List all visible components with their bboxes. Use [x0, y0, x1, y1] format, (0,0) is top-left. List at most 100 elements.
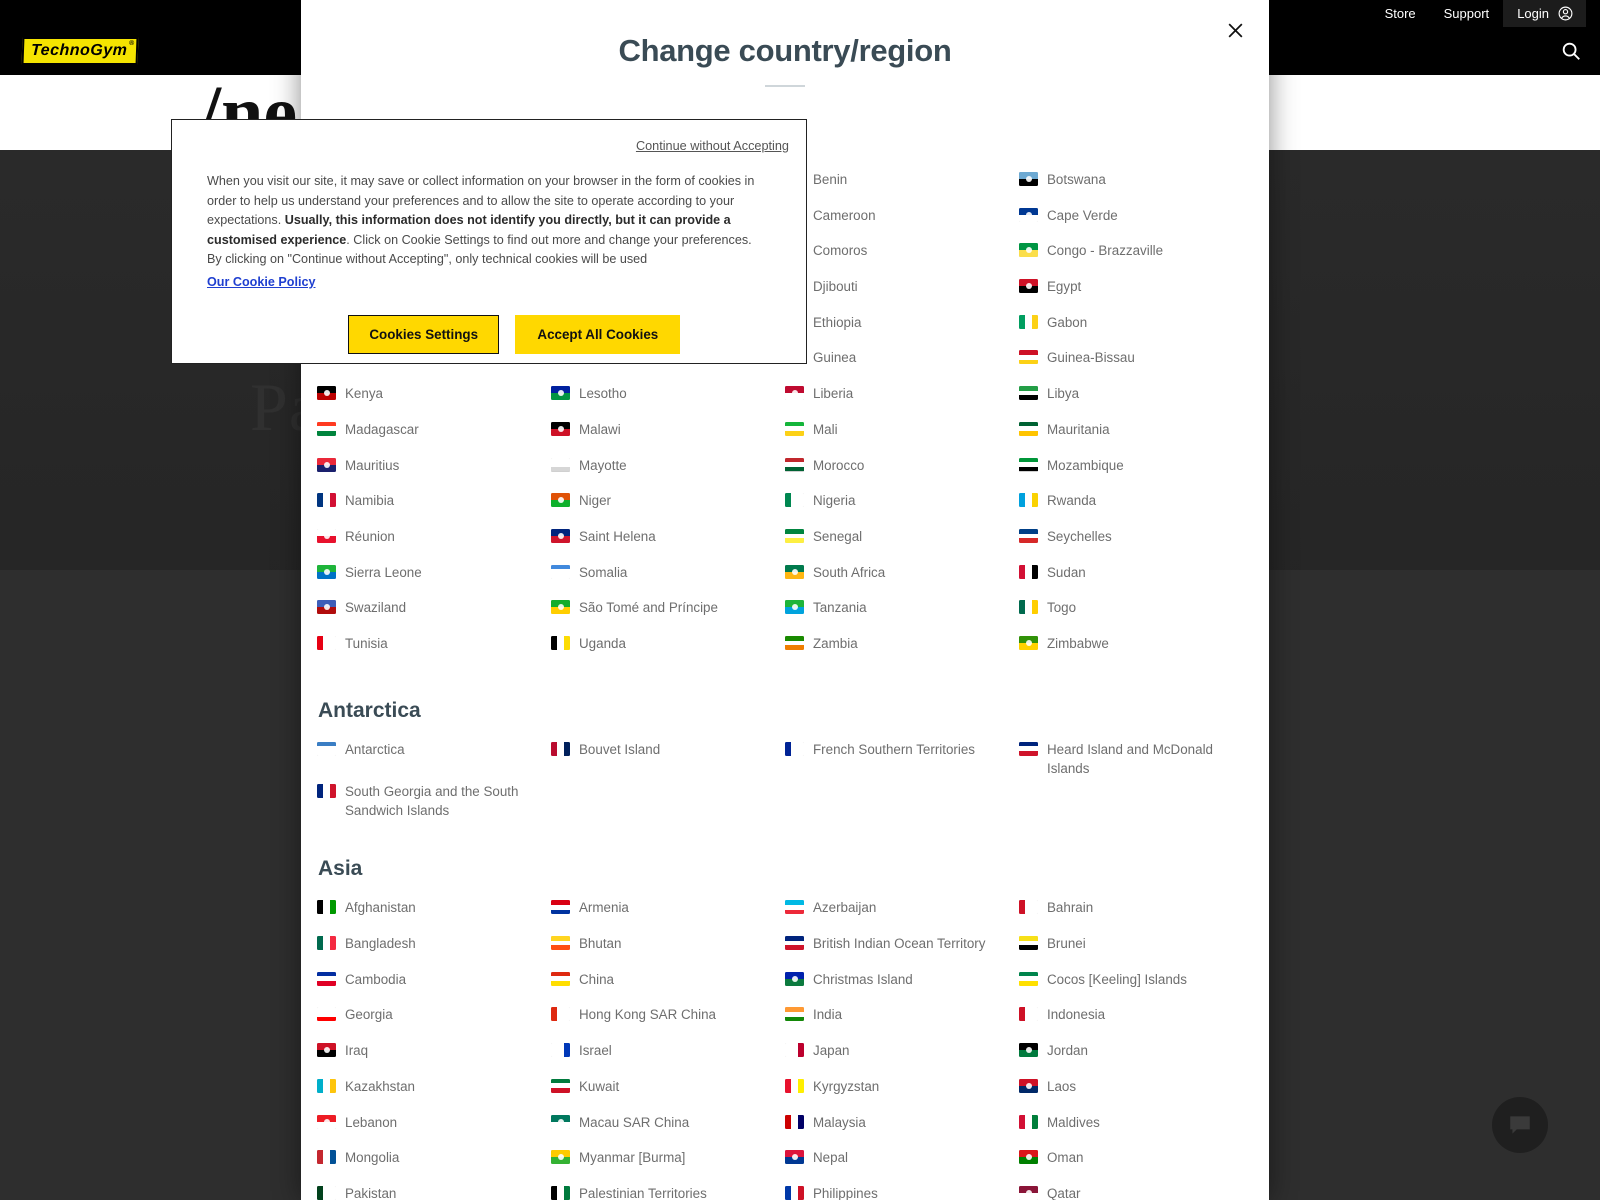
country-option[interactable]: Mauritania	[1019, 417, 1253, 453]
country-option[interactable]: Uganda	[551, 631, 785, 667]
country-option[interactable]: Sudan	[1019, 560, 1253, 596]
login-button[interactable]: Login	[1503, 0, 1586, 27]
country-option[interactable]: Indonesia	[1019, 1002, 1253, 1038]
country-option[interactable]: South Georgia and the South Sandwich Isl…	[317, 779, 551, 821]
country-option[interactable]: Congo - Brazzaville	[1019, 238, 1253, 274]
country-option[interactable]: Togo	[1019, 595, 1253, 631]
country-option[interactable]: Gabon	[1019, 310, 1253, 346]
country-option[interactable]: Mayotte	[551, 453, 785, 489]
country-option[interactable]: Myanmar [Burma]	[551, 1145, 785, 1181]
country-option[interactable]: Bangladesh	[317, 931, 551, 967]
country-option[interactable]: Zimbabwe	[1019, 631, 1253, 667]
topbar-link-store[interactable]: Store	[1371, 0, 1430, 27]
country-option[interactable]: Kyrgyzstan	[785, 1074, 1019, 1110]
country-option[interactable]: Sierra Leone	[317, 560, 551, 596]
country-option[interactable]: Japan	[785, 1038, 1019, 1074]
country-option[interactable]: Mauritius	[317, 453, 551, 489]
country-option[interactable]: São Tomé and Príncipe	[551, 595, 785, 631]
country-option[interactable]: Pakistan	[317, 1181, 551, 1200]
country-option[interactable]: Lebanon	[317, 1110, 551, 1146]
country-option[interactable]: Jordan	[1019, 1038, 1253, 1074]
country-option[interactable]: Malaysia	[785, 1110, 1019, 1146]
country-option[interactable]: Iraq	[317, 1038, 551, 1074]
country-option[interactable]: Namibia	[317, 488, 551, 524]
country-option[interactable]: Christmas Island	[785, 967, 1019, 1003]
country-option[interactable]: Morocco	[785, 453, 1019, 489]
continue-without-accepting-link[interactable]: Continue without Accepting	[636, 139, 789, 153]
country-option[interactable]: Tunisia	[317, 631, 551, 667]
country-option[interactable]: Hong Kong SAR China	[551, 1002, 785, 1038]
country-option[interactable]: Niger	[551, 488, 785, 524]
country-option[interactable]: Mali	[785, 417, 1019, 453]
country-option[interactable]: Heard Island and McDonald Islands	[1019, 737, 1253, 779]
country-option[interactable]: Oman	[1019, 1145, 1253, 1181]
country-option[interactable]: Azerbaijan	[785, 895, 1019, 931]
country-option[interactable]: Macau SAR China	[551, 1110, 785, 1146]
country-option[interactable]: Guinea	[785, 345, 1019, 381]
accept-all-cookies-button[interactable]: Accept All Cookies	[515, 315, 681, 355]
country-option[interactable]: China	[551, 967, 785, 1003]
cookies-settings-button[interactable]: Cookies Settings	[348, 315, 500, 355]
country-option[interactable]: Senegal	[785, 524, 1019, 560]
flag-icon	[785, 457, 804, 472]
country-option[interactable]: Comoros	[785, 238, 1019, 274]
country-option[interactable]: Bahrain	[1019, 895, 1253, 931]
country-option[interactable]: South Africa	[785, 560, 1019, 596]
flag-icon	[551, 493, 570, 508]
country-option[interactable]: Qatar	[1019, 1181, 1253, 1200]
country-option[interactable]: Saint Helena	[551, 524, 785, 560]
country-option[interactable]: Antarctica	[317, 737, 551, 773]
country-option[interactable]: Armenia	[551, 895, 785, 931]
country-option[interactable]: Tanzania	[785, 595, 1019, 631]
country-option[interactable]: Georgia	[317, 1002, 551, 1038]
country-option[interactable]: Mongolia	[317, 1145, 551, 1181]
country-option[interactable]: Kuwait	[551, 1074, 785, 1110]
country-option[interactable]: Bouvet Island	[551, 737, 785, 773]
country-label: Afghanistan	[345, 900, 416, 916]
country-option[interactable]: Libya	[1019, 381, 1253, 417]
country-option[interactable]: Lesotho	[551, 381, 785, 417]
country-option[interactable]: Laos	[1019, 1074, 1253, 1110]
country-option[interactable]: French Southern Territories	[785, 737, 1019, 773]
country-option[interactable]: Nigeria	[785, 488, 1019, 524]
country-option[interactable]: Philippines	[785, 1181, 1019, 1200]
country-option[interactable]: Cocos [Keeling] Islands	[1019, 967, 1253, 1003]
country-label: Iraq	[345, 1043, 369, 1059]
country-option[interactable]: Djibouti	[785, 274, 1019, 310]
country-option[interactable]: Ethiopia	[785, 310, 1019, 346]
country-option[interactable]: Bhutan	[551, 931, 785, 967]
country-option[interactable]: Kazakhstan	[317, 1074, 551, 1110]
country-option[interactable]: Maldives	[1019, 1110, 1253, 1146]
country-option[interactable]: Guinea-Bissau	[1019, 345, 1253, 381]
topbar-link-support[interactable]: Support	[1430, 0, 1504, 27]
country-option[interactable]: Somalia	[551, 560, 785, 596]
country-option[interactable]: Seychelles	[1019, 524, 1253, 560]
country-option[interactable]: Rwanda	[1019, 488, 1253, 524]
country-option[interactable]: Cameroon	[785, 203, 1019, 239]
cookie-policy-link[interactable]: Our Cookie Policy	[207, 273, 315, 293]
country-option[interactable]: Benin	[785, 167, 1019, 203]
country-option[interactable]: Cambodia	[317, 967, 551, 1003]
country-option[interactable]: Egypt	[1019, 274, 1253, 310]
country-option[interactable]: Israel	[551, 1038, 785, 1074]
country-option[interactable]: Afghanistan	[317, 895, 551, 931]
country-option[interactable]: India	[785, 1002, 1019, 1038]
country-option[interactable]: Brunei	[1019, 931, 1253, 967]
country-option[interactable]: Liberia	[785, 381, 1019, 417]
country-option[interactable]: Madagascar	[317, 417, 551, 453]
country-option[interactable]: Cape Verde	[1019, 203, 1253, 239]
close-modal-button[interactable]	[1222, 17, 1248, 43]
technogym-logo[interactable]: TechnoGym	[21, 37, 139, 65]
country-option[interactable]: Kenya	[317, 381, 551, 417]
country-option[interactable]: Palestinian Territories	[551, 1181, 785, 1200]
country-option[interactable]: British Indian Ocean Territory	[785, 931, 1019, 967]
country-option[interactable]: Malawi	[551, 417, 785, 453]
country-option[interactable]: Nepal	[785, 1145, 1019, 1181]
country-option[interactable]: Mozambique	[1019, 453, 1253, 489]
country-option[interactable]: Botswana	[1019, 167, 1253, 203]
country-option[interactable]: Swaziland	[317, 595, 551, 631]
country-option[interactable]: Réunion	[317, 524, 551, 560]
chat-widget-button[interactable]	[1492, 1097, 1548, 1153]
search-icon[interactable]	[1560, 40, 1582, 62]
country-option[interactable]: Zambia	[785, 631, 1019, 667]
